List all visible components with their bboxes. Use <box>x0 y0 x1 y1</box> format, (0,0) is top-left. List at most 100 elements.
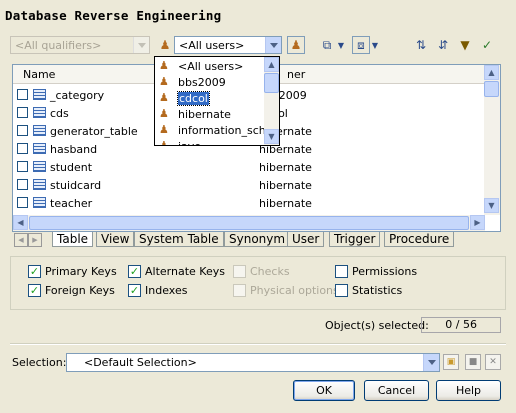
tab-scroll-right-icon[interactable]: ▶ <box>28 233 42 247</box>
owner-combo[interactable]: <All users> <box>174 36 282 54</box>
table-row[interactable]: student hibernate <box>13 158 485 176</box>
dropdown-item[interactable]: ♟ cdcol <box>158 90 266 106</box>
statistics-checkbox[interactable] <box>335 284 348 297</box>
permissions-checkbox[interactable] <box>335 265 348 278</box>
scroll-left-icon[interactable]: ◀ <box>13 215 28 230</box>
horizontal-scrollbar[interactable]: ◀ ▶ <box>13 215 485 231</box>
tab-system-table[interactable]: System Table <box>134 232 224 247</box>
alternate-keys-checkbox[interactable]: ✓ <box>128 265 141 278</box>
dropdown-item[interactable]: ♟ information_schem <box>158 122 279 138</box>
table-icon <box>33 179 46 190</box>
move-up-icon[interactable]: ⇅ <box>412 36 430 54</box>
ok-button[interactable]: OK <box>293 380 355 401</box>
scroll-down-icon[interactable]: ▼ <box>264 129 279 144</box>
scroll-thumb[interactable] <box>264 73 279 93</box>
options-group: ✓ Primary Keys ✓ Foreign Keys ✓ Alternat… <box>10 256 506 310</box>
row-name: generator_table <box>50 125 138 138</box>
tab-trigger[interactable]: Trigger <box>329 232 381 247</box>
tab-strip: ◀ ▶ Table View System Table Synonym User… <box>12 232 501 248</box>
alternate-keys-label: Alternate Keys <box>145 265 225 278</box>
row-name: teacher <box>50 197 93 210</box>
reverse-engineering-dialog: Database Reverse Engineering <All qualif… <box>0 0 516 413</box>
row-checkbox[interactable] <box>17 89 28 100</box>
indexes-label: Indexes <box>145 284 188 297</box>
clear-filter-icon[interactable]: ✓ <box>478 36 496 54</box>
row-checkbox[interactable] <box>17 143 28 154</box>
tab-procedure[interactable]: Procedure <box>384 232 455 247</box>
dropdown-item-label: jave <box>178 140 201 145</box>
dropdown-item[interactable]: ♟ bbs2009 <box>158 74 266 90</box>
qualifier-combo[interactable]: <All qualifiers> <box>10 36 150 54</box>
user-icon: ♟ <box>159 59 169 72</box>
row-checkbox[interactable] <box>17 125 28 136</box>
user-icon: ♟ <box>159 38 171 52</box>
row-name: cds <box>50 107 69 120</box>
dropdown-item[interactable]: ♟ jave <box>158 138 266 146</box>
user-icon: ♟ <box>159 107 169 120</box>
table-row[interactable]: stuidcard hibernate <box>13 176 485 194</box>
row-name: _category <box>50 89 105 102</box>
primary-keys-checkbox[interactable]: ✓ <box>28 265 41 278</box>
tab-scroll-left-icon[interactable]: ◀ <box>14 233 28 247</box>
indexes-checkbox[interactable]: ✓ <box>128 284 141 297</box>
selection-combo[interactable]: <Default Selection> <box>66 353 440 372</box>
move-down-icon[interactable]: ⇵ <box>434 36 452 54</box>
physical-options-checkbox <box>233 284 246 297</box>
deselect-icon[interactable]: ⧈ <box>352 36 370 54</box>
scroll-thumb[interactable] <box>29 216 469 230</box>
row-checkbox[interactable] <box>17 179 28 190</box>
qualifier-combo-value: <All qualifiers> <box>15 39 102 52</box>
objects-selected-label: Object(s) selected: <box>325 319 429 332</box>
scroll-up-icon[interactable]: ▲ <box>484 65 499 80</box>
delete-icon[interactable]: ✕ <box>485 354 501 370</box>
row-checkbox[interactable] <box>17 197 28 208</box>
table-icon <box>33 125 46 136</box>
help-button[interactable]: Help <box>436 380 501 401</box>
chevron-down-icon[interactable] <box>423 354 439 371</box>
row-checkbox[interactable] <box>17 107 28 118</box>
primary-keys-label: Primary Keys <box>45 265 117 278</box>
select-all-icon[interactable]: ⧉ <box>318 36 336 54</box>
table-icon <box>33 143 46 154</box>
column-header-owner[interactable]: ner <box>287 68 305 81</box>
dropdown-item-label: bbs2009 <box>178 76 226 89</box>
owner-combo-value: <All users> <box>179 39 245 52</box>
foreign-keys-label: Foreign Keys <box>45 284 115 297</box>
cancel-button[interactable]: Cancel <box>364 380 429 401</box>
scroll-down-icon[interactable]: ▼ <box>484 198 499 213</box>
title-bar: Database Reverse Engineering <box>0 0 516 30</box>
user-icon: ♟ <box>159 139 169 146</box>
owner-dropdown-list[interactable]: ♟ <All users> ♟ bbs2009 ♟ cdcol ♟ hibernate ♟ inf… <box>154 56 280 146</box>
row-name: hasband <box>50 143 98 156</box>
dialog-title: Database Reverse Engineering <box>5 8 222 23</box>
selection-combo-value: <Default Selection> <box>84 356 197 369</box>
chevron-down-icon[interactable]: ▼ <box>336 36 346 54</box>
chevron-down-icon <box>133 37 149 53</box>
tab-synonym[interactable]: Synonym <box>224 232 291 247</box>
chevron-down-icon[interactable]: ▼ <box>370 36 380 54</box>
dropdown-item[interactable]: ♟ <All users> <box>158 58 266 74</box>
tab-table[interactable]: Table <box>52 232 94 247</box>
foreign-keys-checkbox[interactable]: ✓ <box>28 284 41 297</box>
save-icon[interactable]: ■ <box>465 354 481 370</box>
chevron-down-icon[interactable] <box>265 37 281 53</box>
dropdown-item[interactable]: ♟ hibernate <box>158 106 266 122</box>
scroll-thumb[interactable] <box>484 81 499 97</box>
users-filter-icon[interactable]: ♟ <box>287 36 305 54</box>
tab-user[interactable]: User <box>287 232 325 247</box>
scroll-right-icon[interactable]: ▶ <box>470 215 485 230</box>
row-name: stuidcard <box>50 179 102 192</box>
row-name: student <box>50 161 93 174</box>
folder-open-icon[interactable]: ▣ <box>443 354 459 370</box>
row-checkbox[interactable] <box>17 161 28 172</box>
filter-icon[interactable]: ▼ <box>456 36 474 54</box>
vertical-scrollbar[interactable]: ▲ ▼ <box>484 65 500 215</box>
column-header-name[interactable]: Name <box>23 68 55 81</box>
dropdown-scrollbar[interactable]: ▲ ▼ <box>264 57 279 145</box>
scroll-up-icon[interactable]: ▲ <box>264 57 279 72</box>
table-row[interactable]: teacher hibernate <box>13 194 485 212</box>
tab-view[interactable]: View <box>96 232 135 247</box>
table-icon <box>33 107 46 118</box>
row-owner: hibernate <box>259 179 312 192</box>
permissions-label: Permissions <box>352 265 418 278</box>
